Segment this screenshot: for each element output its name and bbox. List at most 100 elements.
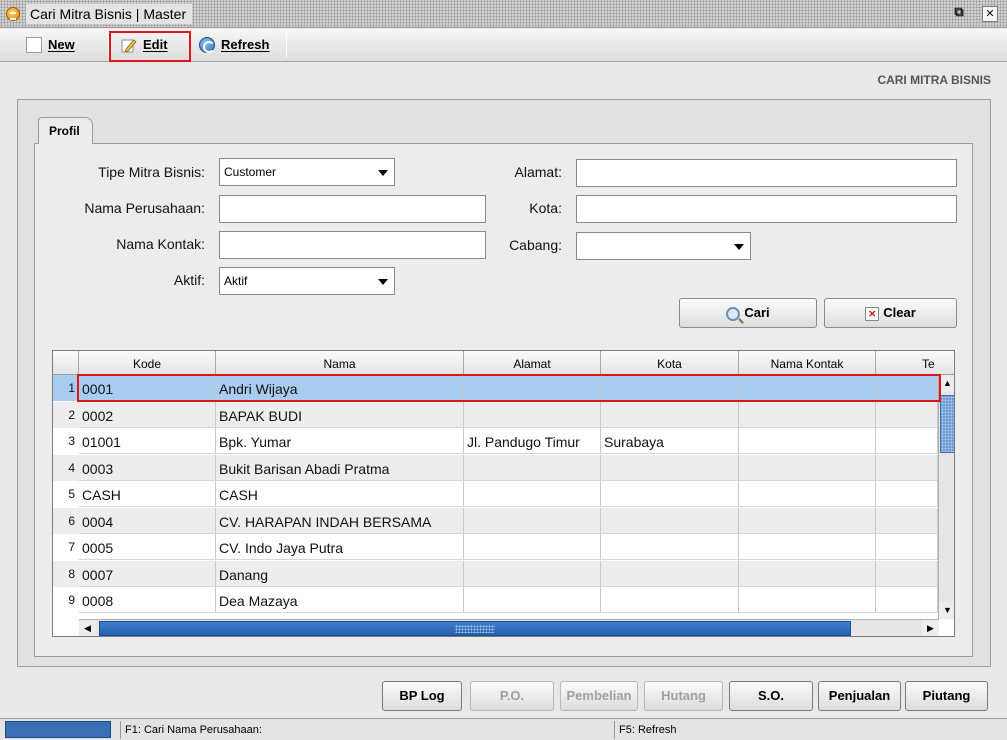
cell-telepon[interactable] [876, 454, 938, 481]
table-row[interactable]: 2 0002 BAPAK BUDI [53, 401, 938, 428]
cabang-select[interactable] [576, 232, 751, 260]
cell-telepon[interactable] [876, 560, 938, 587]
cell-nama[interactable]: CV. Indo Jaya Putra [216, 534, 464, 560]
cell-nama-kontak[interactable] [739, 428, 876, 454]
table-row[interactable]: 4 0003 Bukit Barisan Abadi Pratma [53, 454, 938, 481]
cell-nama-kontak[interactable] [739, 534, 876, 560]
cell-nama-kontak[interactable] [739, 401, 876, 428]
po-button[interactable]: P.O. [470, 681, 554, 711]
cell-kode[interactable]: 0002 [79, 401, 216, 428]
table-row[interactable]: 6 0004 CV. HARAPAN INDAH BERSAMA [53, 507, 938, 534]
cell-nama-kontak[interactable] [739, 560, 876, 587]
tipe-mitra-bisnis-select[interactable]: Customer [219, 158, 395, 186]
cell-kode[interactable]: 0008 [79, 587, 216, 613]
clear-button[interactable]: × Clear [824, 298, 957, 328]
table-row[interactable]: 9 0008 Dea Mazaya [53, 587, 938, 613]
refresh-button[interactable]: Refresh [199, 34, 269, 56]
piutang-button[interactable]: Piutang [905, 681, 988, 711]
cell-nama[interactable]: Danang [216, 560, 464, 587]
scroll-up-icon[interactable]: ▲ [939, 375, 954, 392]
alamat-input[interactable] [576, 159, 957, 187]
kota-input[interactable] [576, 195, 957, 223]
cell-alamat[interactable] [464, 454, 601, 481]
penjualan-button[interactable]: Penjualan [818, 681, 901, 711]
nama-perusahaan-input[interactable] [219, 195, 486, 223]
cell-telepon[interactable] [876, 587, 938, 613]
cell-kota[interactable] [601, 454, 739, 481]
table-row[interactable]: 8 0007 Danang [53, 560, 938, 587]
bp-log-button[interactable]: BP Log [382, 681, 462, 711]
cell-alamat[interactable] [464, 481, 601, 507]
table-row[interactable]: 5 CASH CASH [53, 481, 938, 507]
cell-kota[interactable] [601, 560, 739, 587]
cell-alamat[interactable]: Jl. Pandugo Timur [464, 428, 601, 454]
column-header-kode[interactable]: Kode [79, 351, 216, 375]
cell-nama[interactable]: Dea Mazaya [216, 587, 464, 613]
mitra-bisnis-table[interactable]: Kode Nama Alamat Kota Nama Kontak Te 1 00… [52, 350, 955, 637]
cell-alamat[interactable] [464, 587, 601, 613]
horizontal-scrollbar[interactable]: ◀ ▶ [79, 619, 939, 636]
cell-kota[interactable] [601, 401, 739, 428]
cell-telepon[interactable] [876, 428, 938, 454]
cell-telepon[interactable] [876, 534, 938, 560]
cell-kota[interactable] [601, 587, 739, 613]
table-row[interactable]: 7 0005 CV. Indo Jaya Putra [53, 534, 938, 560]
cell-kota[interactable] [601, 507, 739, 534]
cell-kode[interactable]: 0003 [79, 454, 216, 481]
cell-alamat[interactable] [464, 534, 601, 560]
cell-kode[interactable]: CASH [79, 481, 216, 507]
cell-kode[interactable]: 0001 [79, 375, 216, 401]
cell-nama[interactable]: Bpk. Yumar [216, 428, 464, 454]
cell-kode[interactable]: 0007 [79, 560, 216, 587]
tab-profil[interactable]: Profil [38, 117, 93, 144]
hutang-button[interactable]: Hutang [644, 681, 723, 711]
pembelian-button[interactable]: Pembelian [560, 681, 638, 711]
cell-alamat[interactable] [464, 375, 601, 401]
cell-telepon[interactable] [876, 375, 938, 401]
cell-nama-kontak[interactable] [739, 454, 876, 481]
cell-nama-kontak[interactable] [739, 481, 876, 507]
cell-kota[interactable]: Surabaya [601, 428, 739, 454]
cell-nama-kontak[interactable] [739, 375, 876, 401]
vertical-scroll-thumb[interactable] [940, 395, 954, 453]
cell-alamat[interactable] [464, 560, 601, 587]
cell-nama[interactable]: CASH [216, 481, 464, 507]
edit-button[interactable]: Edit [121, 34, 168, 56]
column-header-alamat[interactable]: Alamat [464, 351, 601, 375]
cell-kota[interactable] [601, 481, 739, 507]
new-button[interactable]: New [26, 34, 75, 56]
cari-button[interactable]: Cari [679, 298, 817, 328]
so-button[interactable]: S.O. [729, 681, 813, 711]
cell-nama-kontak[interactable] [739, 507, 876, 534]
cell-kode[interactable]: 0005 [79, 534, 216, 560]
scroll-right-icon[interactable]: ▶ [922, 620, 939, 636]
cell-nama[interactable]: CV. HARAPAN INDAH BERSAMA [216, 507, 464, 534]
cell-alamat[interactable] [464, 401, 601, 428]
cell-alamat[interactable] [464, 507, 601, 534]
cell-nama[interactable]: Bukit Barisan Abadi Pratma [216, 454, 464, 481]
cell-telepon[interactable] [876, 507, 938, 534]
aktif-select[interactable]: Aktif [219, 267, 395, 295]
cell-telepon[interactable] [876, 481, 938, 507]
cell-kota[interactable] [601, 534, 739, 560]
cell-nama-kontak[interactable] [739, 587, 876, 613]
vertical-scrollbar[interactable]: ▲ ▼ [938, 375, 954, 619]
table-row[interactable]: 1 0001 Andri Wijaya [53, 375, 938, 401]
column-header-nama-kontak[interactable]: Nama Kontak [739, 351, 876, 375]
column-header-telepon[interactable]: Te [876, 351, 938, 375]
restore-window-icon[interactable]: ⧉ [951, 6, 967, 22]
cell-kode[interactable]: 01001 [79, 428, 216, 454]
cell-kode[interactable]: 0004 [79, 507, 216, 534]
nama-kontak-input[interactable] [219, 231, 486, 259]
scroll-down-icon[interactable]: ▼ [939, 602, 954, 619]
cell-telepon[interactable] [876, 401, 938, 428]
column-header-kota[interactable]: Kota [601, 351, 739, 375]
table-row[interactable]: 3 01001 Bpk. Yumar Jl. Pandugo Timur Surabay… [53, 428, 938, 454]
horizontal-scroll-thumb[interactable] [99, 621, 851, 636]
cell-nama[interactable]: Andri Wijaya [216, 375, 464, 401]
scroll-left-icon[interactable]: ◀ [79, 620, 96, 636]
column-header-nama[interactable]: Nama [216, 351, 464, 375]
cell-nama[interactable]: BAPAK BUDI [216, 401, 464, 428]
cell-kota[interactable] [601, 375, 739, 401]
close-window-icon[interactable]: ✕ [982, 6, 998, 22]
